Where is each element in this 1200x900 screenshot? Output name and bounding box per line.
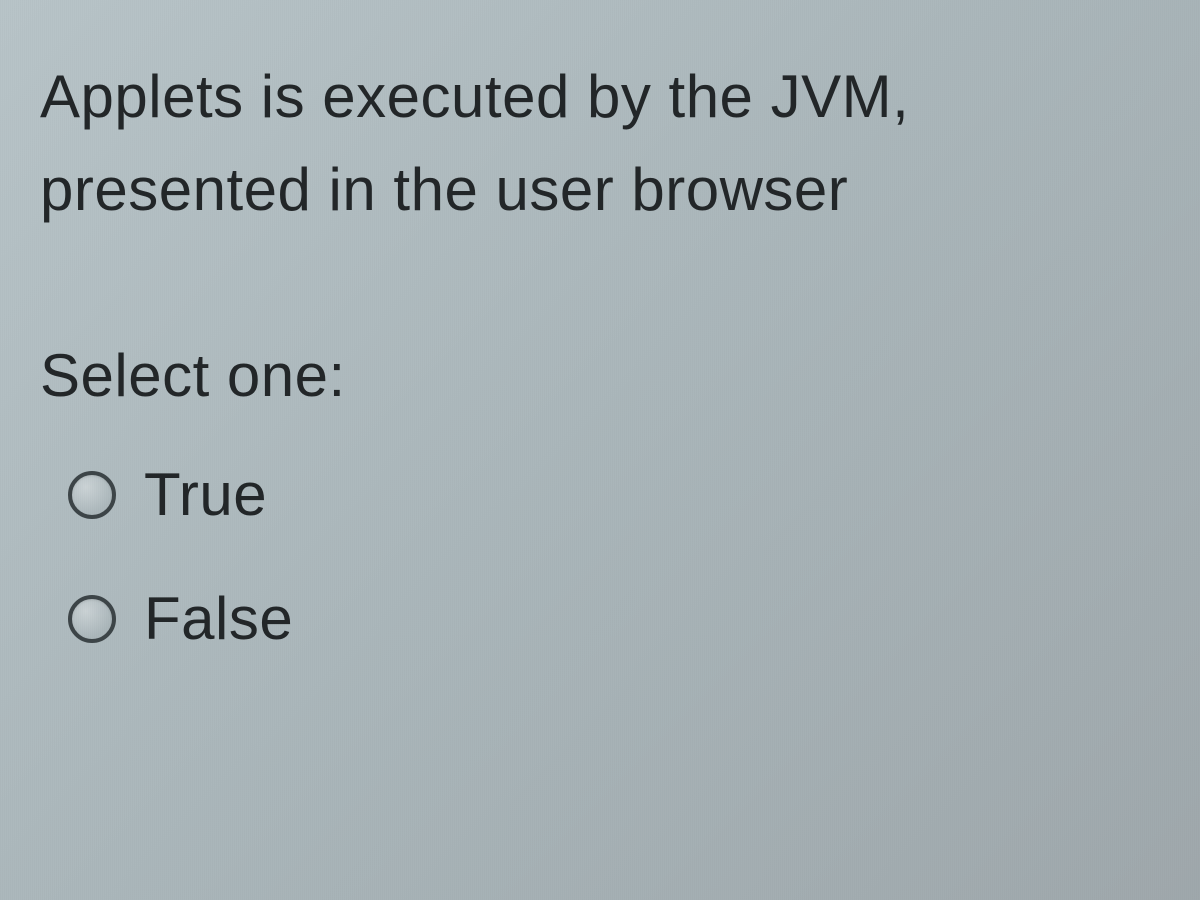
option-label: False: [144, 584, 293, 653]
radio-icon: [68, 471, 116, 519]
option-false[interactable]: False: [68, 584, 1160, 653]
select-one-prompt: Select one:: [40, 341, 1160, 410]
radio-icon: [68, 595, 116, 643]
option-label: True: [144, 460, 267, 529]
option-true[interactable]: True: [68, 460, 1160, 529]
options-group: True False: [40, 460, 1160, 653]
question-text: Applets is executed by the JVM, presente…: [40, 50, 1160, 236]
